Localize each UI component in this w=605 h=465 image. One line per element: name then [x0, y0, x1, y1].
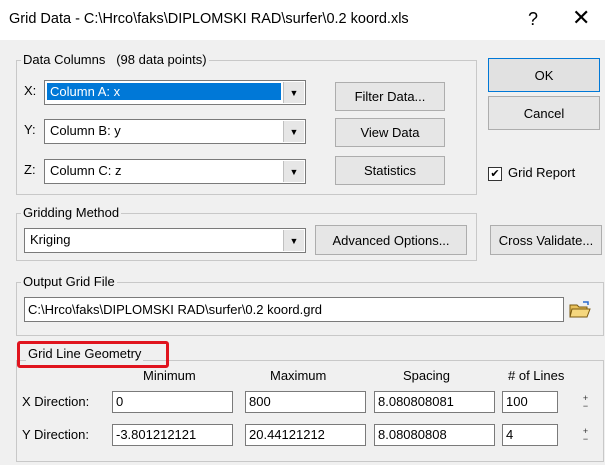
y-column-value: Column B: y	[50, 123, 121, 138]
view-data-button[interactable]: View Data	[335, 118, 445, 147]
gridding-method-label: Gridding Method	[21, 205, 122, 220]
close-button[interactable]: ✕	[572, 6, 590, 31]
cancel-button[interactable]: Cancel	[488, 96, 600, 130]
x-column-label: X:	[24, 83, 37, 98]
chevron-down-icon[interactable]: ▼	[283, 230, 304, 251]
grid-report-label: Grid Report	[508, 165, 576, 180]
z-column-value: Column C: z	[50, 163, 122, 178]
output-file-path-input[interactable]: C:\Hrco\faks\DIPLOMSKI RAD\surfer\0.2 ko…	[24, 297, 564, 322]
gridding-method-select[interactable]: Kriging ▼	[24, 228, 306, 253]
x-minimum-input[interactable]: 0	[112, 391, 233, 413]
x-lines-input[interactable]: 100	[502, 391, 558, 413]
window-title: Grid Data - C:\Hrco\faks\DIPLOMSKI RAD\s…	[9, 11, 409, 27]
x-maximum-input[interactable]: 800	[245, 391, 366, 413]
y-minimum-input[interactable]: -3.801212121	[112, 424, 233, 446]
statistics-button[interactable]: Statistics	[335, 156, 445, 185]
chevron-down-icon[interactable]: ▼	[283, 82, 304, 103]
data-columns-label: Data Columns	[23, 52, 106, 67]
chevron-down-icon[interactable]: ▼	[283, 161, 304, 182]
title-bar: Grid Data - C:\Hrco\faks\DIPLOMSKI RAD\s…	[0, 0, 605, 40]
y-direction-label: Y Direction:	[22, 427, 89, 442]
y-column-select[interactable]: Column B: y ▼	[44, 119, 306, 144]
lines-header: # of Lines	[508, 368, 565, 383]
cross-validate-button[interactable]: Cross Validate...	[490, 225, 602, 255]
x-direction-label: X Direction:	[22, 394, 90, 409]
gridding-method-value: Kriging	[30, 232, 71, 247]
z-column-label: Z:	[24, 162, 36, 177]
filter-data-button[interactable]: Filter Data...	[335, 82, 445, 111]
x-column-value: Column A: x	[47, 83, 281, 100]
y-maximum-input[interactable]: 20.44121212	[245, 424, 366, 446]
help-button[interactable]: ?	[528, 9, 538, 30]
spin-down-icon[interactable]: −	[583, 402, 588, 411]
y-lines-spinner[interactable]: + −	[578, 426, 593, 444]
y-spacing-input[interactable]: 8.08080808	[374, 424, 495, 446]
spacing-header: Spacing	[403, 368, 450, 383]
grid-line-geometry-label: Grid Line Geometry	[26, 346, 144, 361]
x-column-select[interactable]: Column A: x ▼	[44, 80, 306, 105]
x-lines-spinner[interactable]: + −	[578, 393, 593, 411]
y-column-label: Y:	[24, 122, 36, 137]
minimum-header: Minimum	[143, 368, 196, 383]
grid-report-checkbox[interactable]: ✔	[488, 167, 502, 181]
z-column-select[interactable]: Column C: z ▼	[44, 159, 306, 184]
data-points-count: (98 data points)	[116, 52, 207, 67]
data-columns-group-label: Data Columns (98 data points)	[21, 52, 209, 67]
chevron-down-icon[interactable]: ▼	[283, 121, 304, 142]
maximum-header: Maximum	[270, 368, 327, 383]
x-spacing-input[interactable]: 8.080808081	[374, 391, 495, 413]
ok-button[interactable]: OK	[488, 58, 600, 92]
y-lines-input[interactable]: 4	[502, 424, 558, 446]
output-grid-file-label: Output Grid File	[21, 274, 117, 289]
advanced-options-button[interactable]: Advanced Options...	[315, 225, 467, 255]
folder-open-icon[interactable]	[568, 299, 592, 321]
spin-down-icon[interactable]: −	[583, 435, 588, 444]
